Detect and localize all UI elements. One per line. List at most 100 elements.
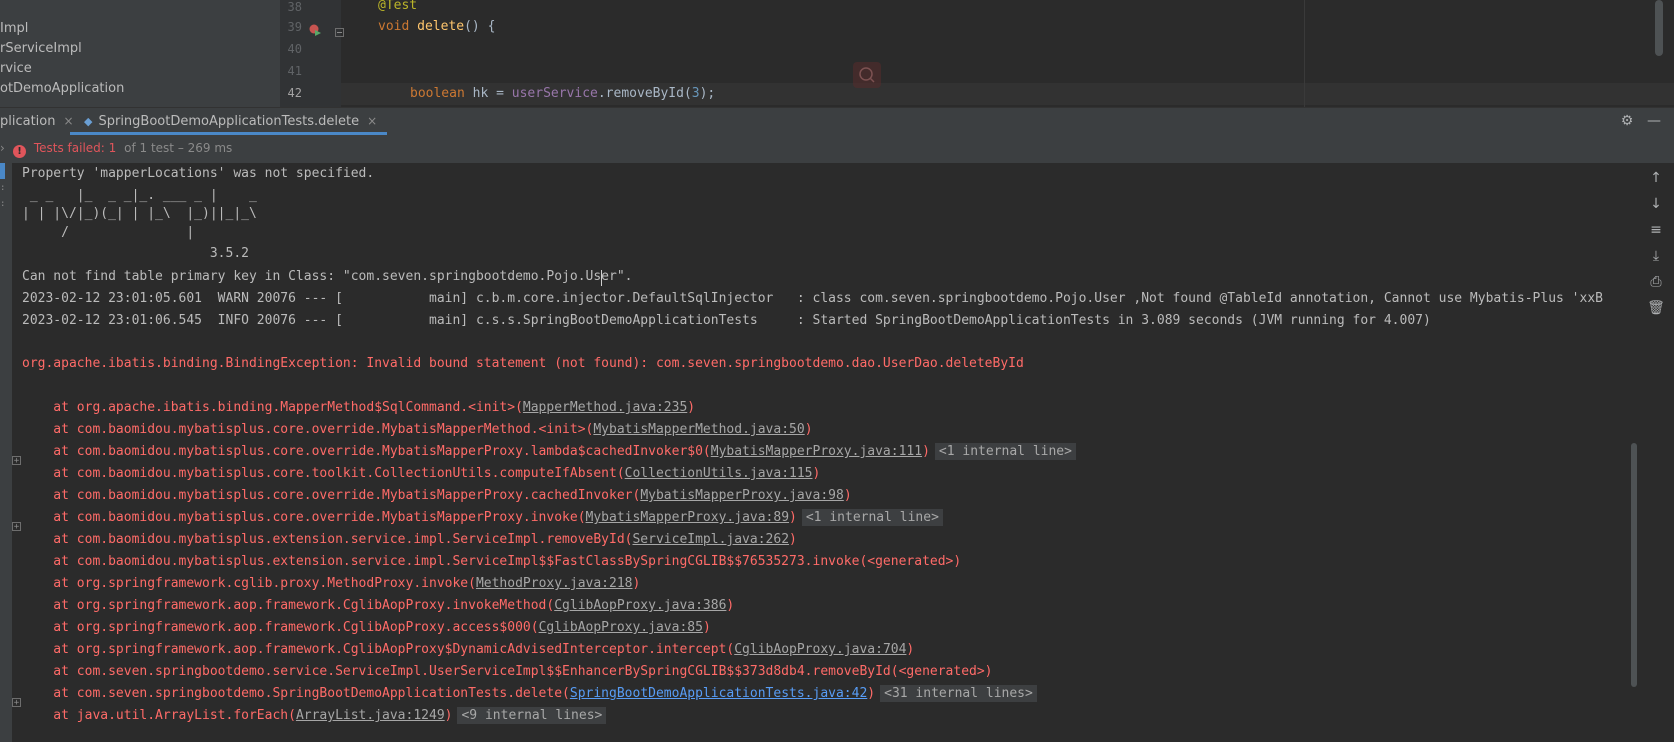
console-output[interactable]: Property 'mapperLocations' was not speci… bbox=[22, 163, 1632, 742]
stack-frame: at com.seven.springbootdemo.SpringBootDe… bbox=[22, 683, 1037, 705]
frame-text: ) bbox=[804, 422, 813, 437]
frame-text: ) bbox=[726, 598, 735, 613]
left-tool-strip: : : bbox=[0, 163, 12, 742]
minimize-icon[interactable]: — bbox=[1645, 112, 1663, 130]
console-line: / | bbox=[22, 225, 265, 240]
tree-item[interactable]: rServiceImpl bbox=[0, 41, 82, 56]
console-toolbar: ↑ ↓ ≡ ⤓ ⎙ 🗑 bbox=[1638, 163, 1674, 742]
arrow-down-icon[interactable]: ↓ bbox=[1646, 194, 1666, 214]
frame-text: ) bbox=[789, 532, 797, 547]
source-link[interactable]: ServiceImpl.java:262 bbox=[632, 532, 789, 547]
run-test-icon[interactable] bbox=[309, 21, 321, 36]
exception-line: org.apache.ibatis.binding.BindingExcepti… bbox=[22, 356, 1024, 371]
test-tab-icon: ◆ bbox=[84, 115, 93, 128]
stack-frame: at com.baomidou.mybatisplus.extension.se… bbox=[22, 529, 797, 551]
console-line: Can not find table primary key in Class:… bbox=[22, 269, 633, 284]
keyword: boolean bbox=[410, 86, 465, 101]
code-line-42[interactable]: boolean hk = userService.removeById(3); bbox=[410, 86, 715, 101]
stack-frame: at org.springframework.aop.framework.Cgl… bbox=[22, 617, 710, 639]
source-link[interactable]: CglibAopProxy.java:704 bbox=[734, 642, 906, 657]
internal-lines-badge[interactable]: <1 internal line> bbox=[934, 443, 1076, 460]
editor-scrollbar[interactable] bbox=[1655, 0, 1663, 56]
frame-text: at org.springframework.cglib.proxy.Metho… bbox=[22, 576, 476, 591]
line-number: 40 bbox=[287, 42, 302, 56]
internal-lines-badge[interactable]: <1 internal line> bbox=[801, 509, 943, 526]
expand-icon[interactable]: + bbox=[12, 698, 21, 708]
frame-text: ) bbox=[632, 576, 641, 591]
tab-label: SpringBootDemoApplicationTests.delete bbox=[98, 114, 360, 129]
frame-text: ) bbox=[906, 642, 915, 657]
expand-icon[interactable]: + bbox=[12, 456, 21, 466]
source-link[interactable]: CglibAopProxy.java:386 bbox=[554, 598, 726, 613]
strip-mark: : bbox=[0, 183, 6, 193]
stack-frame: at java.util.ArrayList.forEach(ArrayList… bbox=[22, 705, 607, 727]
tab-application[interactable]: plication × bbox=[0, 108, 74, 135]
scroll-to-end-icon[interactable]: ⤓ bbox=[1646, 246, 1666, 266]
source-link[interactable]: ArrayList.java:1249 bbox=[296, 708, 445, 723]
line-number: 38 bbox=[287, 0, 302, 14]
method-name: delete bbox=[417, 19, 465, 34]
gear-icon[interactable]: ⚙ bbox=[1618, 112, 1636, 130]
frame-text: ) bbox=[687, 400, 696, 415]
tree-item[interactable]: otDemoApplication bbox=[0, 81, 124, 96]
console-line: Property 'mapperLocations' was not speci… bbox=[22, 166, 375, 181]
console-line: 3.5.2 bbox=[22, 246, 257, 261]
tab-tests-delete[interactable]: ◆ SpringBootDemoApplicationTests.delete × bbox=[70, 108, 388, 135]
source-link[interactable]: SpringBootDemoApplicationTests.java:42 bbox=[570, 686, 867, 701]
active-indicator bbox=[0, 163, 5, 179]
line-number: 39 bbox=[287, 20, 302, 34]
source-link[interactable]: MethodProxy.java:218 bbox=[476, 576, 633, 591]
frame-text: at org.springframework.aop.framework.Cgl… bbox=[22, 642, 735, 657]
test-status-bar: › ! Tests failed: 1 of 1 test – 269 ms bbox=[0, 135, 1674, 163]
expand-icon[interactable]: + bbox=[12, 522, 21, 532]
source-link[interactable]: CollectionUtils.java:115 bbox=[625, 466, 813, 481]
code-text: () { bbox=[464, 19, 496, 34]
source-link[interactable]: MybatisMapperProxy.java:98 bbox=[640, 488, 844, 503]
internal-lines-badge[interactable]: <9 internal lines> bbox=[457, 707, 607, 724]
keyword: void bbox=[378, 19, 410, 34]
chevron-right-icon[interactable]: › bbox=[0, 141, 5, 155]
frame-text: at org.springframework.aop.framework.Cgl… bbox=[22, 620, 539, 635]
source-link[interactable]: MybatisMapperProxy.java:89 bbox=[586, 510, 790, 525]
console-scrollbar[interactable] bbox=[1631, 443, 1637, 687]
code-line-38[interactable]: @Test bbox=[378, 0, 417, 13]
console-line: 2023-02-12 23:01:06.545 INFO 20076 --- [… bbox=[22, 313, 1431, 328]
stack-frame: at com.baomidou.mybatisplus.extension.se… bbox=[22, 551, 961, 573]
fold-icon[interactable] bbox=[335, 22, 344, 37]
frame-text: ) bbox=[922, 444, 930, 459]
stack-frame: at org.springframework.aop.framework.Cgl… bbox=[22, 595, 734, 617]
internal-lines-badge[interactable]: <31 internal lines> bbox=[880, 685, 1037, 702]
annotation: @Test bbox=[378, 0, 418, 13]
frame-text: ) bbox=[867, 686, 876, 701]
text-cursor bbox=[601, 270, 602, 286]
tab-label: plication bbox=[0, 114, 56, 129]
source-link[interactable]: MapperMethod.java:235 bbox=[523, 400, 687, 415]
stack-frame: at com.baomidou.mybatisplus.core.overrid… bbox=[22, 441, 1076, 463]
stack-frame: at com.baomidou.mybatisplus.core.toolkit… bbox=[22, 463, 820, 485]
frame-text: ) bbox=[843, 488, 852, 503]
print-icon[interactable]: ⎙ bbox=[1646, 272, 1666, 292]
soft-wrap-icon[interactable]: ≡ bbox=[1646, 220, 1666, 240]
arrow-up-icon[interactable]: ↑ bbox=[1646, 168, 1666, 188]
test-result-summary: ! Tests failed: 1 of 1 test – 269 ms bbox=[13, 141, 232, 158]
frame-text: at com.baomidou.mybatisplus.core.toolkit… bbox=[22, 466, 625, 481]
tree-item[interactable]: Impl bbox=[0, 21, 28, 36]
failed-label: Tests failed: bbox=[33, 141, 105, 155]
run-tab-bar: plication × ◆ SpringBootDemoApplicationTes… bbox=[0, 107, 1674, 136]
code-text: hk = bbox=[464, 86, 512, 101]
frame-text: at com.seven.springbootdemo.SpringBootDe… bbox=[22, 686, 570, 701]
frame-text: at com.baomidou.mybatisplus.core.overrid… bbox=[22, 444, 711, 459]
project-tree[interactable]: Impl rServiceImpl rvice otDemoApplicatio… bbox=[0, 0, 280, 107]
frame-text: at org.apache.ibatis.binding.MapperMetho… bbox=[22, 400, 523, 415]
stack-frame: at com.baomidou.mybatisplus.core.overrid… bbox=[22, 419, 813, 441]
test-detail: of 1 test – 269 ms bbox=[124, 141, 233, 155]
close-icon[interactable]: × bbox=[367, 114, 377, 128]
tree-item[interactable]: rvice bbox=[0, 61, 32, 76]
source-link[interactable]: CglibAopProxy.java:85 bbox=[539, 620, 703, 635]
stack-frame: at com.baomidou.mybatisplus.core.overrid… bbox=[22, 485, 852, 507]
code-line-39[interactable]: void delete() { bbox=[378, 19, 495, 34]
code-text: .removeById( bbox=[597, 86, 692, 101]
source-link[interactable]: MybatisMapperProxy.java:111 bbox=[711, 444, 922, 459]
trash-icon[interactable]: 🗑 bbox=[1646, 298, 1666, 318]
source-link[interactable]: MybatisMapperMethod.java:50 bbox=[593, 422, 804, 437]
